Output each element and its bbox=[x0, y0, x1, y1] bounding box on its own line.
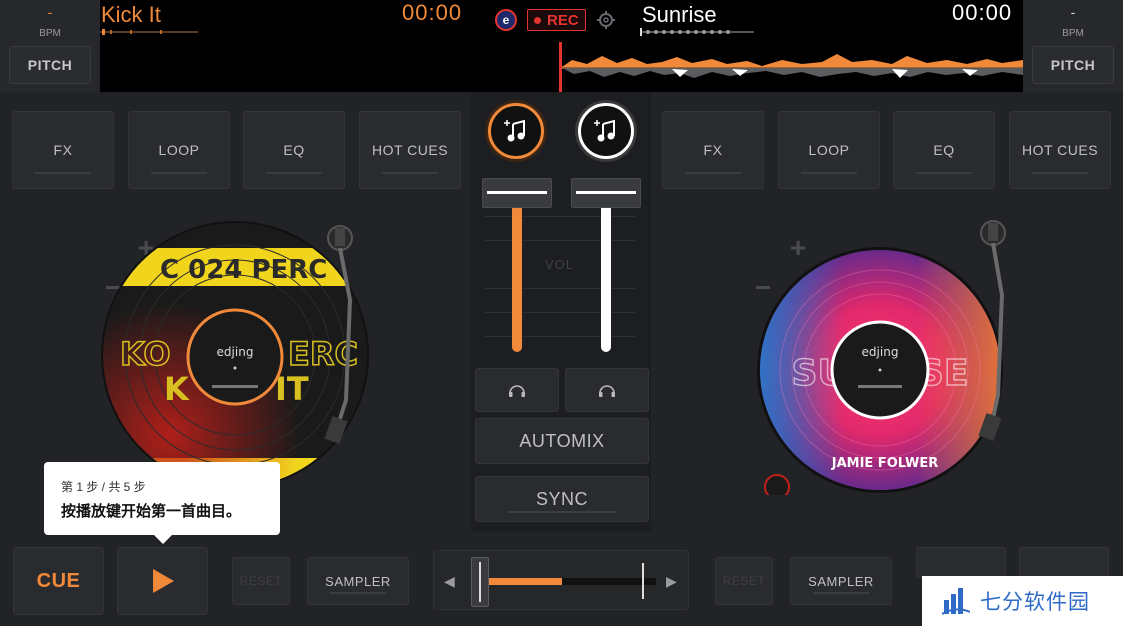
left-cue-button[interactable]: CUE bbox=[13, 547, 104, 615]
sync-label: SYNC bbox=[535, 488, 588, 509]
crossfader-marker bbox=[642, 563, 644, 599]
left-track-time: 00:00 bbox=[402, 0, 463, 25]
right-hot-cues-label: HOT CUES bbox=[1021, 142, 1099, 158]
left-track-title: Kick It bbox=[101, 2, 161, 27]
right-sampler-button[interactable]: SAMPLER bbox=[790, 557, 892, 605]
left-fx-button[interactable]: FX bbox=[12, 111, 114, 189]
left-sampler-label: SAMPLER bbox=[325, 573, 391, 589]
right-fx-button[interactable]: FX bbox=[662, 111, 764, 189]
right-loop-label: LOOP bbox=[808, 142, 850, 158]
left-pitch-button[interactable]: PITCH bbox=[9, 46, 91, 84]
left-hot-cues-button[interactable]: HOT CUES bbox=[359, 111, 461, 189]
headphones-icon bbox=[599, 385, 615, 397]
crossfader-handle[interactable] bbox=[471, 557, 489, 607]
left-hot-cues-label: HOT CUES bbox=[371, 142, 449, 158]
left-fx-label: FX bbox=[53, 142, 73, 158]
right-hot-cues-button[interactable]: HOT CUES bbox=[1009, 111, 1111, 189]
right-volume-fader-handle[interactable] bbox=[571, 178, 641, 208]
right-bpm-panel: - BPM PITCH bbox=[1023, 0, 1123, 92]
right-bpm-label: BPM bbox=[1062, 28, 1084, 39]
right-fx-label: FX bbox=[703, 142, 723, 158]
right-track-time: 00:00 bbox=[952, 0, 1013, 25]
right-eq-button[interactable]: EQ bbox=[893, 111, 995, 189]
left-bpm-panel: - BPM PITCH bbox=[0, 0, 100, 92]
right-reset-button[interactable]: RESET bbox=[715, 557, 773, 605]
gear-icon[interactable] bbox=[596, 10, 616, 30]
crossfader[interactable]: ◀ ▶ bbox=[433, 550, 689, 610]
crossfader-right-arrow-icon[interactable]: ▶ bbox=[666, 573, 677, 590]
rec-button[interactable]: REC bbox=[527, 9, 586, 31]
play-icon bbox=[152, 569, 174, 593]
left-reset-button[interactable]: RESET bbox=[232, 557, 290, 605]
right-pitch-button[interactable]: PITCH bbox=[1032, 46, 1114, 84]
right-bpm-value: - bbox=[1070, 4, 1076, 20]
watermark: 七分软件园 bbox=[922, 576, 1123, 626]
right-reset-label: RESET bbox=[722, 574, 766, 588]
right-headphones-button[interactable] bbox=[565, 368, 649, 412]
header-center-controls: e REC bbox=[495, 8, 616, 32]
right-loop-button[interactable]: LOOP bbox=[778, 111, 880, 189]
automix-button[interactable]: AUTOMIX bbox=[475, 418, 649, 464]
watermark-logo-icon bbox=[942, 588, 970, 615]
right-volume-fader-track[interactable] bbox=[601, 204, 611, 352]
left-turntable[interactable]: C 024 PERC KO ERC K IT edjing bbox=[100, 220, 380, 480]
left-play-button[interactable] bbox=[117, 547, 208, 615]
vol-label: VOL bbox=[545, 257, 575, 272]
left-sampler-button[interactable]: SAMPLER bbox=[307, 557, 409, 605]
right-vinyl-artist: JAMIE FOLWER bbox=[831, 456, 939, 471]
right-vinyl-brand: edjing bbox=[862, 345, 899, 359]
edjing-logo-icon[interactable]: e bbox=[495, 9, 517, 31]
svg-text:IT: IT bbox=[275, 370, 309, 408]
left-track-display: Kick It 00:00 bbox=[100, 0, 562, 92]
left-reset-label: RESET bbox=[239, 574, 283, 588]
top-bar: - BPM PITCH Kick It 00:00 Sunrise 00:00 bbox=[0, 0, 1123, 92]
left-headphones-button[interactable] bbox=[475, 368, 559, 412]
left-vinyl-brand: edjing bbox=[217, 345, 254, 359]
rec-label: REC bbox=[547, 11, 579, 29]
left-eq-label: EQ bbox=[283, 142, 305, 158]
right-play-button[interactable] bbox=[1019, 547, 1109, 577]
left-volume-fader-handle[interactable] bbox=[482, 178, 552, 208]
rec-dot-icon bbox=[534, 16, 541, 24]
right-eq-label: EQ bbox=[933, 142, 955, 158]
tooltip-step-counter: 第 1 步 / 共 5 步 bbox=[61, 480, 146, 494]
left-bpm-label: BPM bbox=[39, 28, 61, 39]
headphones-icon bbox=[509, 385, 525, 397]
right-deck-waveform[interactable] bbox=[562, 42, 1023, 92]
right-sampler-label: SAMPLER bbox=[808, 573, 874, 589]
svg-text:K: K bbox=[164, 370, 190, 408]
left-mini-waveform[interactable] bbox=[100, 28, 198, 36]
automix-label: AUTOMIX bbox=[519, 430, 605, 451]
left-eq-button[interactable]: EQ bbox=[243, 111, 345, 189]
right-music-add-icon[interactable] bbox=[578, 103, 634, 159]
left-cue-label: CUE bbox=[36, 569, 81, 592]
left-loop-button[interactable]: LOOP bbox=[128, 111, 230, 189]
right-track-title: Sunrise bbox=[642, 2, 717, 27]
right-cue-button[interactable] bbox=[916, 547, 1006, 577]
left-loop-label: LOOP bbox=[158, 142, 200, 158]
playhead-marker bbox=[559, 42, 562, 92]
onboarding-tooltip[interactable]: 第 1 步 / 共 5 步 按播放键开始第一首曲目。 bbox=[44, 462, 280, 544]
left-music-add-icon[interactable] bbox=[488, 103, 544, 159]
watermark-text: 七分软件园 bbox=[980, 591, 1090, 614]
left-bpm-value: - bbox=[47, 4, 53, 20]
right-turntable[interactable]: SUNRISE edjing JAMIE FOLWER bbox=[740, 215, 1020, 495]
tooltip-message: 按播放键开始第一首曲目。 bbox=[61, 503, 242, 520]
right-mini-waveform[interactable] bbox=[640, 28, 754, 36]
left-volume-fader-track[interactable] bbox=[512, 204, 522, 352]
crossfader-left-arrow-icon[interactable]: ◀ bbox=[444, 573, 455, 590]
svg-text:KO: KO bbox=[120, 335, 171, 373]
sync-button[interactable]: SYNC bbox=[475, 476, 649, 522]
